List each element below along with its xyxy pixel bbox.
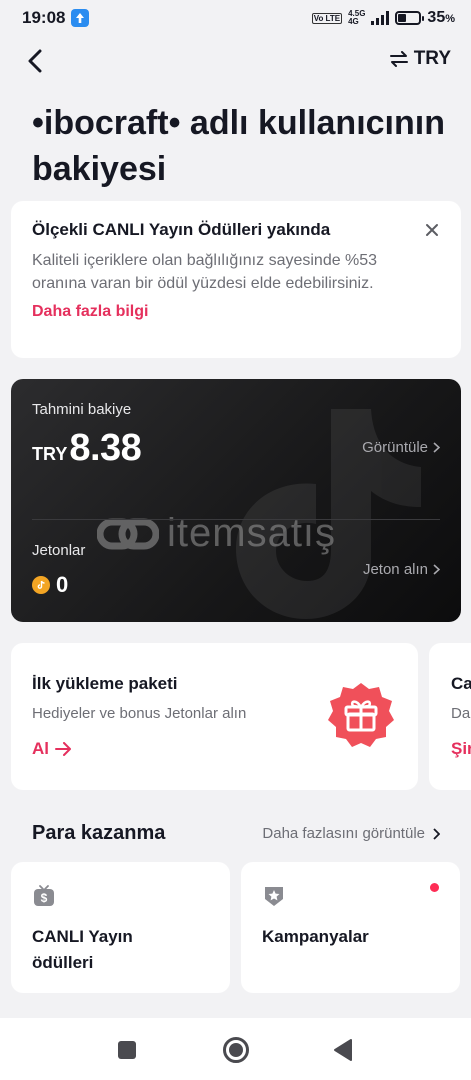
square-icon <box>118 1041 136 1059</box>
estimated-balance-label: Tahmini bakiye <box>32 401 132 418</box>
view-more-link[interactable]: Daha fazlasını görüntüle <box>262 825 440 842</box>
next-promo-subtitle: Da <box>451 705 471 722</box>
arrow-right-icon <box>55 742 71 756</box>
coins-value: 0 <box>56 572 69 597</box>
status-bar: 19:08 Vo LTE 4.5G 4G 35% <box>0 0 471 36</box>
campaigns-card[interactable]: Kampanyalar <box>241 862 460 993</box>
campaigns-label: Kampanyalar <box>262 927 369 946</box>
watermark-text: itemsatış <box>167 511 337 555</box>
currency-label: TRY <box>413 48 451 69</box>
next-promo-card[interactable]: Ca Da Şir <box>429 643 471 790</box>
system-navigation-bar <box>0 1018 471 1080</box>
notice-body: Kaliteli içeriklere olan bağlılığınız sa… <box>32 252 378 292</box>
coins-label: Jetonlar <box>32 542 86 559</box>
balance-amount: TRY 8.38 <box>32 427 142 470</box>
get-coins-link[interactable]: Jeton alın <box>363 561 440 578</box>
status-indicators: Vo LTE 4.5G 4G 35% <box>311 9 455 27</box>
learn-more-link[interactable]: Daha fazla bilgi <box>32 303 148 321</box>
currency-switch-button[interactable]: TRY <box>389 48 451 70</box>
tiktok-logo-icon <box>236 409 421 619</box>
status-time: 19:08 <box>22 8 66 27</box>
tv-dollar-icon: $ <box>34 885 54 906</box>
earn-section-title: Para kazanma <box>32 822 166 844</box>
back-button[interactable] <box>20 46 50 76</box>
promo-title: İlk yükleme paketi <box>32 674 178 693</box>
back-system-button[interactable] <box>333 1038 353 1067</box>
live-rewards-card[interactable]: $ CANLI Yayın ödülleri <box>11 862 230 993</box>
balance-currency: TRY <box>32 444 68 464</box>
chevron-left-icon <box>28 49 42 73</box>
chevron-right-icon <box>433 442 440 453</box>
top-nav-bar: TRY <box>0 42 471 80</box>
home-button[interactable] <box>222 1036 250 1069</box>
divider <box>32 519 440 520</box>
signal-icon <box>371 11 390 25</box>
balance-card: Tahmini bakiye TRY 8.38 Görüntüle itemsa… <box>11 379 461 622</box>
coins-balance: 0 <box>32 572 68 598</box>
swap-icon <box>389 51 408 67</box>
battery-percent: 35% <box>427 9 455 26</box>
recent-apps-button[interactable] <box>117 1040 137 1065</box>
coin-icon <box>32 576 50 594</box>
watermark: itemsatış <box>97 511 336 556</box>
live-rewards-label: CANLI Yayın ödülleri <box>32 927 133 972</box>
close-icon[interactable] <box>423 221 441 239</box>
chevron-right-icon <box>433 564 440 575</box>
promo-get-button[interactable]: Al <box>32 739 72 759</box>
battery-icon <box>395 11 425 25</box>
next-promo-action[interactable]: Şir <box>451 739 471 759</box>
first-recharge-card[interactable]: İlk yükleme paketi Hediyeler ve bonus Je… <box>11 643 418 790</box>
triangle-back-icon <box>334 1039 352 1061</box>
circle-icon <box>223 1037 249 1063</box>
notification-dot <box>430 883 439 892</box>
balance-value: 8.38 <box>69 427 142 469</box>
badge-star-icon <box>265 887 283 906</box>
view-balance-link[interactable]: Görüntüle <box>362 439 440 456</box>
gift-icon <box>328 683 394 747</box>
volte-icon: Vo LTE <box>311 12 343 24</box>
network-type: 4.5G 4G <box>348 9 366 26</box>
notice-title: Ölçekli CANLI Yayın Ödülleri yakında <box>32 220 331 239</box>
next-promo-title: Ca <box>451 674 471 693</box>
upload-icon <box>71 9 90 27</box>
chevron-right-icon <box>433 827 440 840</box>
notice-card: Ölçekli CANLI Yayın Ödülleri yakında Kal… <box>11 201 461 358</box>
page-title: •ibocraft• adlı kullanıcının bakiyesi <box>32 104 445 188</box>
svg-text:$: $ <box>41 891 48 905</box>
promo-subtitle: Hediyeler ve bonus Jetonlar alın <box>32 705 247 722</box>
